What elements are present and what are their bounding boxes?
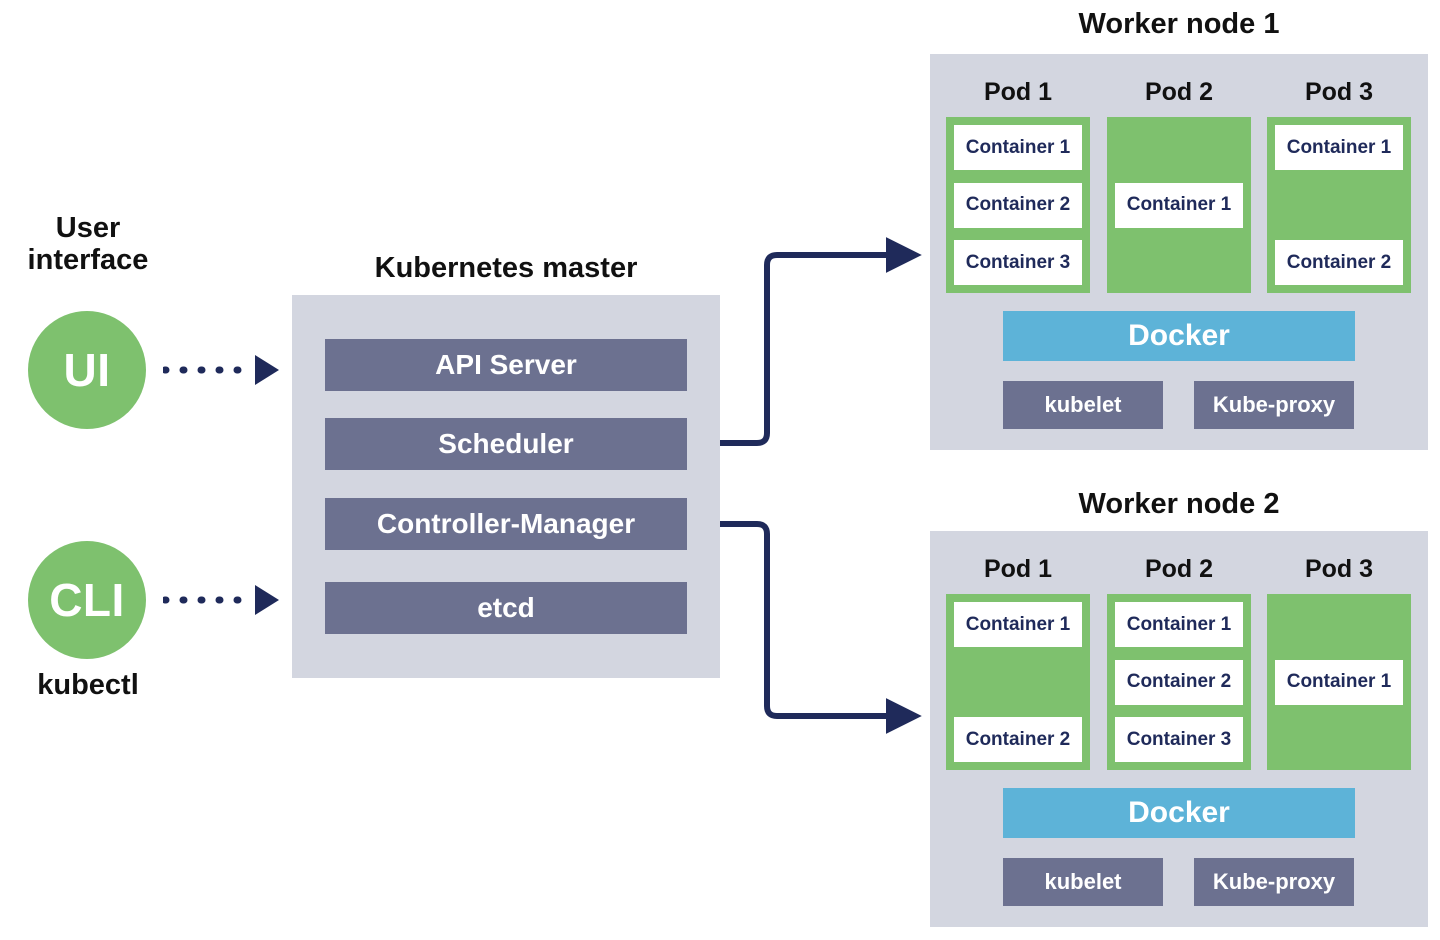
master-component-label: API Server xyxy=(435,349,577,380)
master-title: Kubernetes master xyxy=(374,252,638,284)
container-box[interactable]: Container 3 xyxy=(1115,717,1243,762)
container-box[interactable]: Container 1 xyxy=(1115,182,1243,228)
worker-node-1-kube-proxy[interactable]: Kube-proxy xyxy=(1194,381,1354,429)
docker-label: Docker xyxy=(1128,319,1230,352)
worker-node-2-pod-3[interactable]: Container 1 xyxy=(1267,594,1411,770)
worker-node-2-pod-2[interactable]: Container 1 Container 2 Container 3 xyxy=(1107,594,1251,770)
container-box[interactable]: Container 2 xyxy=(1275,240,1403,285)
kube-proxy-label: Kube-proxy xyxy=(1212,392,1336,417)
diagram-canvas: User interface UI CLI kubectl Kubernetes… xyxy=(0,0,1440,940)
cli-node[interactable]: CLI xyxy=(28,541,146,659)
worker-node-2-pod-3-label: Pod 3 xyxy=(1304,555,1374,583)
dotted-arrow-cli-to-master xyxy=(163,585,279,615)
worker-node-2-pod-1[interactable]: Container 1 Container 2 xyxy=(946,594,1090,770)
container-box[interactable]: Container 1 xyxy=(954,125,1082,170)
worker-node-2-pod-2-label: Pod 2 xyxy=(1144,555,1214,583)
worker-node-2-kube-proxy[interactable]: Kube-proxy xyxy=(1194,858,1354,906)
arrow-master-to-worker-2 xyxy=(720,521,922,734)
user-interface-heading: User interface xyxy=(27,212,149,277)
container-box[interactable]: Container 2 xyxy=(1115,659,1243,705)
kubelet-label: kubelet xyxy=(1044,392,1122,417)
ui-node-label: UI xyxy=(63,344,111,396)
worker-node-1-pod-1[interactable]: Container 1 Container 2 Container 3 xyxy=(946,117,1090,293)
container-box[interactable]: Container 1 xyxy=(1115,602,1243,647)
master-component-label: etcd xyxy=(477,592,535,623)
worker-node-1-pod-3[interactable]: Container 1 Container 2 xyxy=(1267,117,1411,293)
master-component-controller-manager[interactable]: Controller-Manager xyxy=(325,498,687,550)
worker-node-1-pod-3-label: Pod 3 xyxy=(1304,78,1374,106)
worker-node-1-pod-2-label: Pod 2 xyxy=(1144,78,1214,106)
worker-node-2-pod-1-label: Pod 1 xyxy=(983,555,1053,583)
master-component-label: Scheduler xyxy=(438,428,574,459)
container-box[interactable]: Container 3 xyxy=(954,240,1082,285)
container-box[interactable]: Container 1 xyxy=(1275,659,1403,705)
worker-node-1-title: Worker node 1 xyxy=(1078,8,1280,40)
container-box[interactable]: Container 1 xyxy=(954,602,1082,647)
kube-proxy-label: Kube-proxy xyxy=(1212,869,1336,894)
worker-node-2-kubelet[interactable]: kubelet xyxy=(1003,858,1163,906)
kubectl-caption: kubectl xyxy=(37,669,139,701)
worker-node-1-kubelet[interactable]: kubelet xyxy=(1003,381,1163,429)
master-component-api-server[interactable]: API Server xyxy=(325,339,687,391)
kubelet-label: kubelet xyxy=(1044,869,1122,894)
worker-node-1-pod-2[interactable]: Container 1 xyxy=(1107,117,1251,293)
ui-node[interactable]: UI xyxy=(28,311,146,429)
container-box[interactable]: Container 1 xyxy=(1275,125,1403,170)
dotted-arrow-ui-to-master xyxy=(163,355,279,385)
docker-label: Docker xyxy=(1128,796,1230,829)
cli-node-label: CLI xyxy=(49,574,125,626)
worker-node-2-docker[interactable]: Docker xyxy=(1003,788,1355,838)
arrow-master-to-worker-1 xyxy=(720,237,922,446)
master-component-etcd[interactable]: etcd xyxy=(325,582,687,634)
worker-node-2-title: Worker node 2 xyxy=(1078,488,1280,520)
container-box[interactable]: Container 2 xyxy=(954,717,1082,762)
container-box[interactable]: Container 2 xyxy=(954,182,1082,228)
worker-node-1-pod-1-label: Pod 1 xyxy=(983,78,1053,106)
master-component-scheduler[interactable]: Scheduler xyxy=(325,418,687,470)
master-component-label: Controller-Manager xyxy=(376,508,636,539)
worker-node-1-docker[interactable]: Docker xyxy=(1003,311,1355,361)
